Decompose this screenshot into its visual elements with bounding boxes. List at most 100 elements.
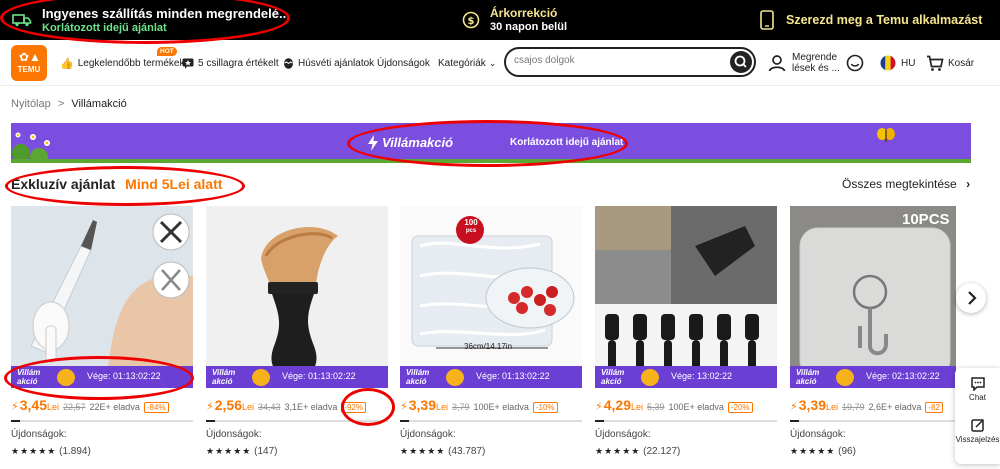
chevron-right-icon: › [966,177,971,191]
app-promo[interactable]: Szerezd meg a Temu alkalmazást [760,0,982,40]
breadcrumb-home[interactable]: Nyitólap [11,98,51,110]
discount-badge: -20% [727,402,753,413]
price-adjust-subtitle: 30 napon belül [490,21,568,33]
flash-label-1: Villám [17,368,41,377]
main-nav: ✿▲ TEMU HOT 👍 Legkelendőbb termékek 5 cs… [0,40,1000,86]
sold-progress-fill [11,420,21,422]
price-value: 3,39 [798,397,826,413]
product-card[interactable]: Villám akció Vége: 13:02:22 ⚡4,29Lei 5,39 1… [595,206,777,469]
pack-count-value: 100 [464,218,478,227]
thumbs-up-icon: 👍 [60,57,74,70]
rating-row: ★★★★★ (1.894) [11,446,91,457]
easter-egg-decoration-icon [641,369,659,386]
price-adjust-title: Árkorrekció [490,6,558,20]
product-image[interactable] [206,206,388,388]
sold-progress-fill [595,420,605,422]
nav-five-star[interactable]: 5 csillagra értékelt [182,40,279,86]
app-promo-text: Szerezd meg a Temu alkalmazást [786,13,983,27]
easter-egg-decoration-icon [836,369,854,386]
flash-sale-banner: Villámakció Korlátozott idejű ajánlat [11,123,971,163]
timer-prefix: Vége: [282,371,309,381]
timer-prefix: Vége: [866,371,893,381]
size-caption: 36cm/14.17in [464,342,513,351]
rating-stars-icon: ★★★★★ [206,446,252,456]
price-row: ⚡3,39Lei 3,79 100E+ eladva -10% [400,397,582,413]
logo-text: TEMU [17,65,41,74]
nav-bestsellers[interactable]: 👍 Legkelendőbb termékek [60,40,184,86]
new-label: Újdonságok: [400,429,456,440]
bolt-icon [368,135,378,151]
sold-progress-bar [11,420,193,422]
flash-label: Villám akció [406,368,429,386]
carousel-next-button[interactable] [956,283,986,313]
section-title-highlight: Mind 5Lei alatt [125,176,223,192]
timer-prefix: Vége: [87,371,114,381]
truck-icon [12,14,32,27]
timer-text: Vége: 01:13:02:22 [87,371,161,381]
review-count: (1.894) [59,446,91,457]
timer-value: 02:13:02:22 [892,371,940,381]
price-row: ⚡3,45Lei 22,57 22E+ eladva -84% [11,397,193,413]
temu-logo[interactable]: ✿▲ TEMU [11,45,47,81]
svg-text:$: $ [468,16,475,27]
cart-label: Kosár [948,57,975,69]
flash-label-2: akció [17,377,38,386]
feedback-button[interactable]: Visszajelzés [955,418,1000,444]
account-orders[interactable]: Megrende lések és ... [768,40,840,86]
price-row: ⚡4,29Lei 5,39 100E+ eladva -20% [595,397,777,413]
see-all-link[interactable]: Összes megtekintése › [842,177,970,191]
nav-new[interactable]: Újdonságok [377,40,430,86]
review-count: (96) [838,446,856,457]
flash-label-2: akció [212,377,233,386]
sold-progress-fill [206,420,216,422]
old-price: 5,39 [647,402,665,412]
logo-mark-icon: ✿▲ [19,50,41,64]
price-adjust-promo[interactable]: $ Árkorrekció 30 napon belül [462,0,567,40]
language-selector[interactable]: HU [880,40,915,86]
star-badge-icon [182,58,194,69]
search-button[interactable] [730,51,752,73]
rating-stars-icon: ★★★★★ [790,446,836,456]
sold-progress-fill [790,420,800,422]
flash-label: Villám akció [601,368,624,386]
review-count: (147) [254,446,278,457]
cart-button[interactable]: Kosár [926,40,974,86]
breadcrumb: Nyitólap > Villámakció [11,98,127,110]
product-card[interactable]: Villám akció Vége: 01:13:02:22 ⚡2,56Lei 34… [206,206,388,469]
rating-row: ★★★★★ (43.787) [400,446,485,457]
sold-progress-bar [790,420,956,422]
zipper-pulls-image [595,206,777,388]
free-shipping-promo[interactable]: Ingyenes szállítás minden megrendelé... … [12,0,290,40]
price-currency: Lei [46,402,59,412]
product-card[interactable]: 100 pcs 36cm/14.17in Villám akció Vége: 01… [400,206,582,469]
support-button[interactable] [846,40,864,86]
timer-text: Vége: 13:02:22 [671,371,732,381]
product-image[interactable]: 100 pcs 36cm/14.17in [400,206,582,388]
search-input[interactable] [514,55,714,66]
sold-progress-bar [400,420,582,422]
price-row: ⚡3,39Lei 19,79 2,6E+ eladva -82 [790,397,956,413]
sold-progress-bar [595,420,777,422]
cart-icon [927,55,944,71]
sold-progress-fill [400,420,410,422]
price-value: 4,29 [603,397,631,413]
orders-label-2: lések és ... [792,63,840,74]
product-image[interactable] [11,206,193,388]
new-label: Újdonságok: [206,429,262,440]
product-card[interactable]: Villám akció Vége: 01:13:02:22 ⚡3,45Lei 22… [11,206,193,469]
nav-easter[interactable]: Húsvéti ajánlatok [283,40,374,86]
nav-categories[interactable]: Kategóriák ⌄ [438,40,496,86]
see-all-label: Összes megtekintése [842,177,957,191]
bolt-icon: ⚡ [206,401,214,413]
chat-button[interactable]: Chat [955,376,1000,402]
product-image[interactable]: 10PCS [790,206,956,388]
old-price: 22,57 [63,402,86,412]
bolt-icon: ⚡ [790,401,798,413]
flash-label-2: akció [406,377,427,386]
product-card[interactable]: 10PCS Villám akció Vége: 02:13:02:22 ⚡3,3… [790,206,956,469]
discount-badge: -10% [532,402,558,413]
bolt-icon: ⚡ [11,401,19,413]
product-image[interactable] [595,206,777,388]
easter-egg-decoration-icon [252,369,270,386]
section-title: Exkluzív ajánlat Mind 5Lei alatt [11,176,222,192]
